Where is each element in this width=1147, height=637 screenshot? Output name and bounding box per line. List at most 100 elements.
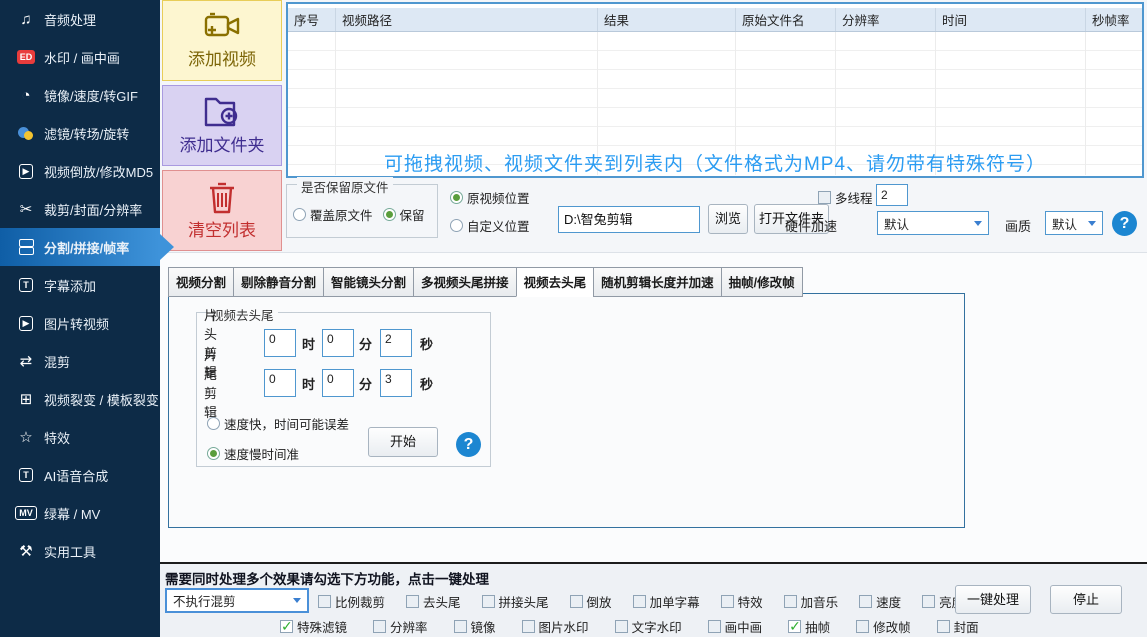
sidebar-item-crop-cover-resolution[interactable]: ✂ 裁剪/封面/分辨率 bbox=[0, 190, 160, 228]
tab-smart-shot-split[interactable]: 智能镜头分割 bbox=[323, 267, 413, 297]
fast-mode-radio[interactable]: 速度快，时间可能误差 bbox=[207, 414, 349, 433]
sidebar-item-watermark[interactable]: ED 水印 / 画中画 bbox=[0, 38, 160, 76]
checkbox-off-icon bbox=[708, 620, 721, 633]
quality-select[interactable]: 默认 bbox=[1045, 211, 1103, 235]
column-header-resolution[interactable]: 分辨率 bbox=[836, 8, 936, 31]
checkbox-special-filter[interactable]: 特殊滤镜 bbox=[280, 617, 347, 636]
table-body: 可拖拽视频、视频文件夹到列表内（文件格式为MP4、请勿带有特殊符号） bbox=[288, 32, 1142, 175]
checkbox-off-icon bbox=[454, 620, 467, 633]
accurate-mode-radio[interactable]: 速度慢时间准 bbox=[207, 444, 299, 463]
overwrite-original-radio[interactable]: 覆盖原文件 bbox=[293, 205, 373, 224]
mix-mode-select[interactable]: 不执行混剪 bbox=[165, 588, 309, 613]
sidebar-item-ai-voice[interactable]: T AI语音合成 bbox=[0, 456, 160, 494]
sidebar-item-mix-cut[interactable]: ⇄ 混剪 bbox=[0, 342, 160, 380]
checkbox-speed[interactable]: 速度 bbox=[859, 592, 901, 611]
sidebar-item-utility-tools[interactable]: ⚒ 实用工具 bbox=[0, 532, 160, 570]
radio-on-icon bbox=[450, 191, 463, 204]
sidebar-item-split-join-framerate[interactable]: 分割/拼接/帧率 bbox=[0, 228, 160, 266]
column-header-filename[interactable]: 原始文件名 bbox=[736, 8, 836, 31]
sidebar-item-reverse-md5[interactable]: ▶ 视频倒放/修改MD5 bbox=[0, 152, 160, 190]
original-position-radio[interactable]: 原视频位置 bbox=[450, 188, 530, 207]
thread-count-input[interactable]: 2 bbox=[876, 184, 908, 206]
output-path-input[interactable]: D:\智兔剪辑 bbox=[558, 206, 700, 233]
head-minute-input[interactable]: 0 bbox=[322, 329, 354, 357]
column-header-result[interactable]: 结果 bbox=[598, 8, 736, 31]
tail-minute-input[interactable]: 0 bbox=[322, 369, 354, 397]
sidebar-item-greenscreen-mv[interactable]: MV 绿幕 / MV bbox=[0, 494, 160, 532]
sidebar-item-filter-transition-rotate[interactable]: 滤镜/转场/旋转 bbox=[0, 114, 160, 152]
checkbox-pip[interactable]: 画中画 bbox=[708, 617, 763, 636]
checkbox-off-icon bbox=[937, 620, 950, 633]
split-icon bbox=[18, 239, 34, 255]
sidebar-item-video-fission[interactable]: ⊞ 视频裂变 / 模板裂变 bbox=[0, 380, 160, 418]
custom-position-radio[interactable]: 自定义位置 bbox=[450, 216, 530, 235]
tail-hour-input[interactable]: 0 bbox=[264, 369, 296, 397]
stop-button[interactable]: 停止 bbox=[1050, 585, 1122, 614]
speed-gauge-icon: ◔ bbox=[14, 87, 38, 104]
video-list-table[interactable]: 序号 视频路径 结果 原始文件名 分辨率 时间 秒帧率 可拖拽视频、视频文件夹到… bbox=[286, 2, 1144, 178]
tab-frame-extract[interactable]: 抽帧/修改帧 bbox=[721, 267, 803, 297]
checkbox-cover[interactable]: 封面 bbox=[937, 617, 979, 636]
checkbox-single-subtitle[interactable]: 加单字幕 bbox=[633, 592, 700, 611]
batch-process-bar: 需要同时处理多个效果请勾选下方功能，点击一键处理 不执行混剪 比例裁剪 去头尾 … bbox=[160, 562, 1147, 637]
folder-plus-icon bbox=[202, 95, 242, 129]
sidebar-item-subtitle[interactable]: T 字幕添加 bbox=[0, 266, 160, 304]
music-note-icon: ♫ bbox=[14, 11, 38, 28]
checkbox-off-icon bbox=[818, 191, 831, 204]
checkbox-off-icon bbox=[922, 595, 935, 608]
sidebar-item-label: 实用工具 bbox=[44, 542, 96, 561]
trash-icon bbox=[205, 180, 239, 214]
sidebar-item-label: 字幕添加 bbox=[44, 276, 96, 295]
trim-head-tail-panel: 视频去头尾 片头剪辑 0 时 0 分 2 秒 片尾剪辑 0 时 0 分 3 秒 bbox=[168, 293, 965, 528]
checkbox-ratio-crop[interactable]: 比例裁剪 bbox=[318, 592, 385, 611]
tab-remove-silence[interactable]: 剔除静音分割 bbox=[233, 267, 323, 297]
tab-video-split[interactable]: 视频分割 bbox=[168, 267, 233, 297]
keep-original-radio[interactable]: 保留 bbox=[383, 205, 425, 224]
column-header-fps[interactable]: 秒帧率 bbox=[1086, 8, 1142, 31]
start-button[interactable]: 开始 bbox=[368, 427, 438, 457]
toolbox-icon: ⚒ bbox=[14, 542, 38, 560]
head-hour-input[interactable]: 0 bbox=[264, 329, 296, 357]
minute-unit-label: 分 bbox=[359, 334, 372, 353]
sidebar-item-mirror-speed-gif[interactable]: ◔ 镜像/速度/转GIF bbox=[0, 76, 160, 114]
ai-voice-icon: T bbox=[19, 468, 33, 482]
hw-accel-select[interactable]: 默认 bbox=[877, 211, 989, 235]
ed-badge-icon: ED bbox=[17, 50, 36, 64]
column-header-time[interactable]: 时间 bbox=[936, 8, 1086, 31]
sidebar: ♫ 音频处理 ED 水印 / 画中画 ◔ 镜像/速度/转GIF 滤镜/转场/旋转… bbox=[0, 0, 160, 637]
help-icon[interactable]: ? bbox=[456, 432, 481, 457]
help-icon[interactable]: ? bbox=[1112, 211, 1137, 236]
column-header-path[interactable]: 视频路径 bbox=[336, 8, 598, 31]
checkbox-mirror[interactable]: 镜像 bbox=[454, 617, 496, 636]
head-second-input[interactable]: 2 bbox=[380, 329, 412, 357]
checkbox-reverse[interactable]: 倒放 bbox=[570, 592, 612, 611]
checkbox-effects[interactable]: 特效 bbox=[721, 592, 763, 611]
checkbox-text-watermark[interactable]: 文字水印 bbox=[615, 617, 682, 636]
tab-trim-head-tail[interactable]: 视频去头尾 bbox=[516, 267, 594, 297]
multithread-checkbox[interactable]: 多线程 bbox=[818, 188, 873, 207]
checkbox-off-icon bbox=[784, 595, 797, 608]
checkbox-image-watermark[interactable]: 图片水印 bbox=[522, 617, 589, 636]
checkbox-frame-extract[interactable]: 抽帧 bbox=[788, 617, 830, 636]
tail-second-input[interactable]: 3 bbox=[380, 369, 412, 397]
checkbox-modify-frame[interactable]: 修改帧 bbox=[856, 617, 911, 636]
batch-checkbox-row-1: 比例裁剪 去头尾 拼接头尾 倒放 加单字幕 特效 加音乐 速度 亮度饱和度 bbox=[318, 592, 1002, 611]
trim-group-title: 视频去头尾 bbox=[207, 305, 278, 324]
column-header-index[interactable]: 序号 bbox=[288, 8, 336, 31]
sidebar-item-effects[interactable]: ☆ 特效 bbox=[0, 418, 160, 456]
checkbox-off-icon bbox=[570, 595, 583, 608]
checkbox-join-head-tail[interactable]: 拼接头尾 bbox=[482, 592, 549, 611]
checkbox-trim-head-tail[interactable]: 去头尾 bbox=[406, 592, 461, 611]
browse-button[interactable]: 浏览 bbox=[708, 204, 748, 234]
add-folder-button[interactable]: 添加文件夹 bbox=[162, 85, 282, 166]
checkbox-resolution[interactable]: 分辨率 bbox=[373, 617, 428, 636]
clear-list-button[interactable]: 清空列表 bbox=[162, 170, 282, 251]
sidebar-item-image-to-video[interactable]: ▶ 图片转视频 bbox=[0, 304, 160, 342]
sidebar-item-audio[interactable]: ♫ 音频处理 bbox=[0, 0, 160, 38]
tab-random-cut-speed[interactable]: 随机剪辑长度并加速 bbox=[593, 267, 721, 297]
one-click-process-button[interactable]: 一键处理 bbox=[955, 585, 1031, 614]
add-video-button[interactable]: 添加视频 bbox=[162, 0, 282, 81]
trim-group: 视频去头尾 片头剪辑 0 时 0 分 2 秒 片尾剪辑 0 时 0 分 3 秒 bbox=[196, 312, 491, 467]
tab-multi-join[interactable]: 多视频头尾拼接 bbox=[413, 267, 516, 297]
checkbox-add-music[interactable]: 加音乐 bbox=[784, 592, 839, 611]
